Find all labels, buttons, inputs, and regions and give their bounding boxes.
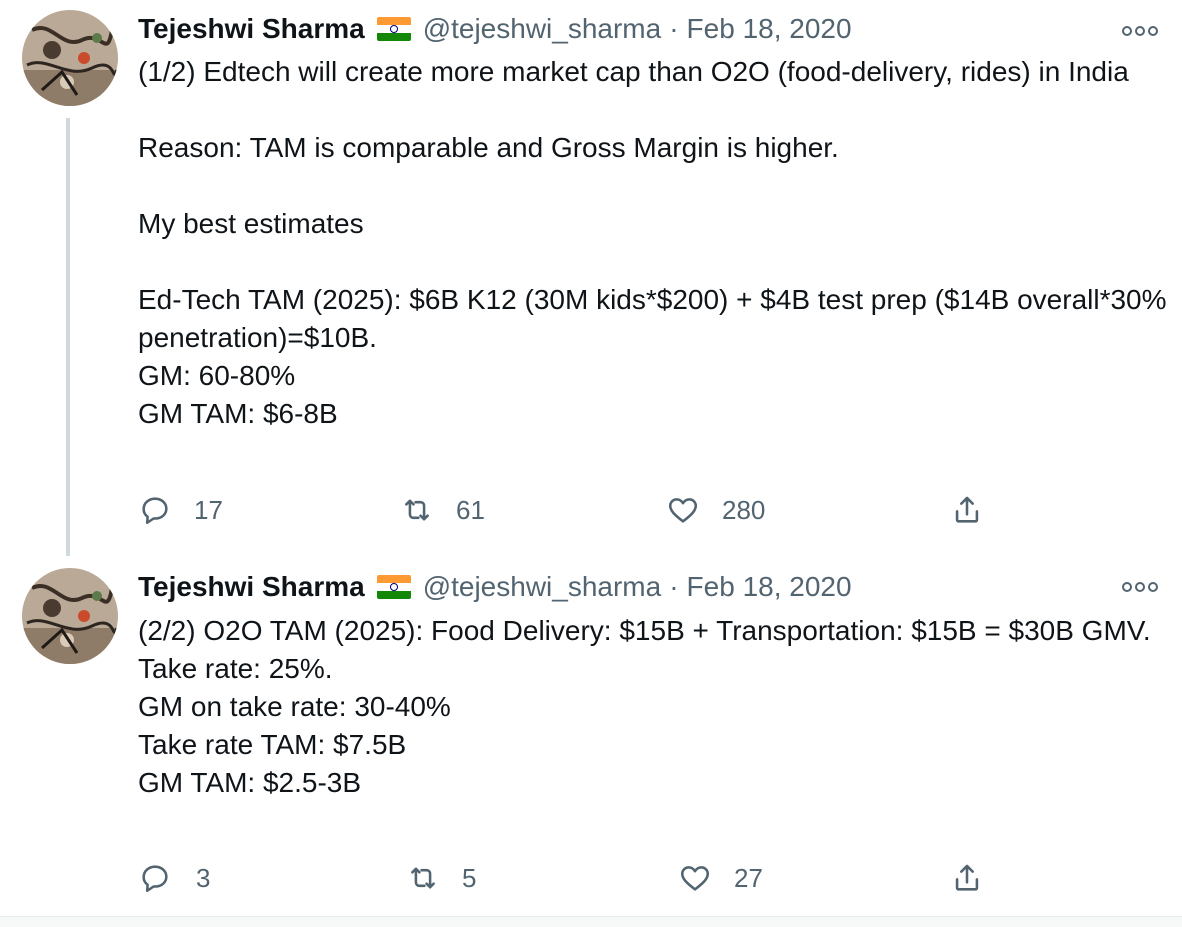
share-button[interactable]: [950, 858, 984, 898]
retweet-icon: [411, 867, 435, 889]
heart-icon: [668, 498, 698, 523]
author-name[interactable]: Tejeshwi Sharma: [138, 13, 365, 45]
tweet-text: (2/2) O2O TAM (2025): Food Delivery: $15…: [138, 612, 1168, 802]
tweet-line: Ed-Tech TAM (2025): $6B K12 (30M kids*$2…: [138, 284, 1167, 353]
reply-icon: [142, 497, 168, 525]
reply-count: 3: [196, 862, 211, 893]
tweet-header: Tejeshwi Sharma @tejeshwi_sharma · Feb 1…: [138, 9, 852, 49]
retweet-count: 5: [462, 862, 477, 893]
separator-dot: ·: [669, 571, 679, 602]
tweet-line: GM: 60-80%: [138, 360, 296, 391]
like-button[interactable]: 280: [666, 490, 765, 530]
retweet-icon: [405, 499, 429, 521]
india-flag-icon: [376, 17, 411, 41]
tweet-2[interactable]: Tejeshwi Sharma @tejeshwi_sharma · Feb 1…: [0, 556, 1182, 916]
share-icon: [955, 496, 979, 523]
author-name[interactable]: Tejeshwi Sharma: [138, 571, 365, 603]
reply-button[interactable]: 3: [138, 858, 210, 898]
tweet-line: GM on take rate: 30-40%: [138, 691, 451, 722]
author-handle[interactable]: @tejeshwi_sharma: [423, 13, 662, 45]
retweet-button[interactable]: 5: [406, 858, 476, 898]
tweet-header: Tejeshwi Sharma @tejeshwi_sharma · Feb 1…: [138, 567, 852, 607]
more-options-icon[interactable]: [1120, 16, 1160, 46]
tweet-line: Reason: TAM is comparable and Gross Marg…: [138, 132, 839, 163]
share-icon: [955, 864, 979, 891]
retweet-button[interactable]: 61: [400, 490, 485, 530]
author-avatar[interactable]: [22, 568, 118, 664]
tweet-line: (2/2) O2O TAM (2025): Food Delivery: $15…: [138, 615, 1151, 646]
more-options-icon[interactable]: [1120, 572, 1160, 602]
tweet-text: (1/2) Edtech will create more market cap…: [138, 53, 1168, 433]
reply-count: 17: [194, 494, 223, 525]
tweet-date[interactable]: Feb 18, 2020: [687, 13, 852, 45]
page-bottom-divider: [0, 916, 1182, 927]
india-flag-icon: [376, 575, 411, 599]
tweet-line: My best estimates: [138, 208, 364, 239]
tweet-line: Take rate TAM: $7.5B: [138, 729, 407, 760]
tweet-actions: 3 5 27: [138, 858, 998, 898]
like-count: 280: [722, 494, 766, 525]
tweet-line: Take rate: 25%.: [138, 653, 333, 684]
like-button[interactable]: 27: [678, 858, 763, 898]
author-avatar[interactable]: [22, 10, 118, 106]
tweet-line: (1/2) Edtech will create more market cap…: [138, 56, 1129, 87]
share-button[interactable]: [950, 490, 984, 530]
tweet-date[interactable]: Feb 18, 2020: [687, 571, 852, 603]
reply-button[interactable]: 17: [138, 490, 223, 530]
tweet-line: GM TAM: $6-8B: [138, 398, 338, 429]
tweet-line: GM TAM: $2.5-3B: [138, 767, 362, 798]
retweet-count: 61: [456, 494, 485, 525]
reply-icon: [142, 865, 168, 893]
tweet-1[interactable]: Tejeshwi Sharma @tejeshwi_sharma · Feb 1…: [0, 0, 1182, 556]
separator-dot: ·: [669, 13, 679, 44]
like-count: 27: [734, 862, 763, 893]
author-handle[interactable]: @tejeshwi_sharma: [423, 571, 662, 603]
heart-icon: [680, 866, 710, 891]
tweet-actions: 17 61 280: [138, 490, 998, 530]
